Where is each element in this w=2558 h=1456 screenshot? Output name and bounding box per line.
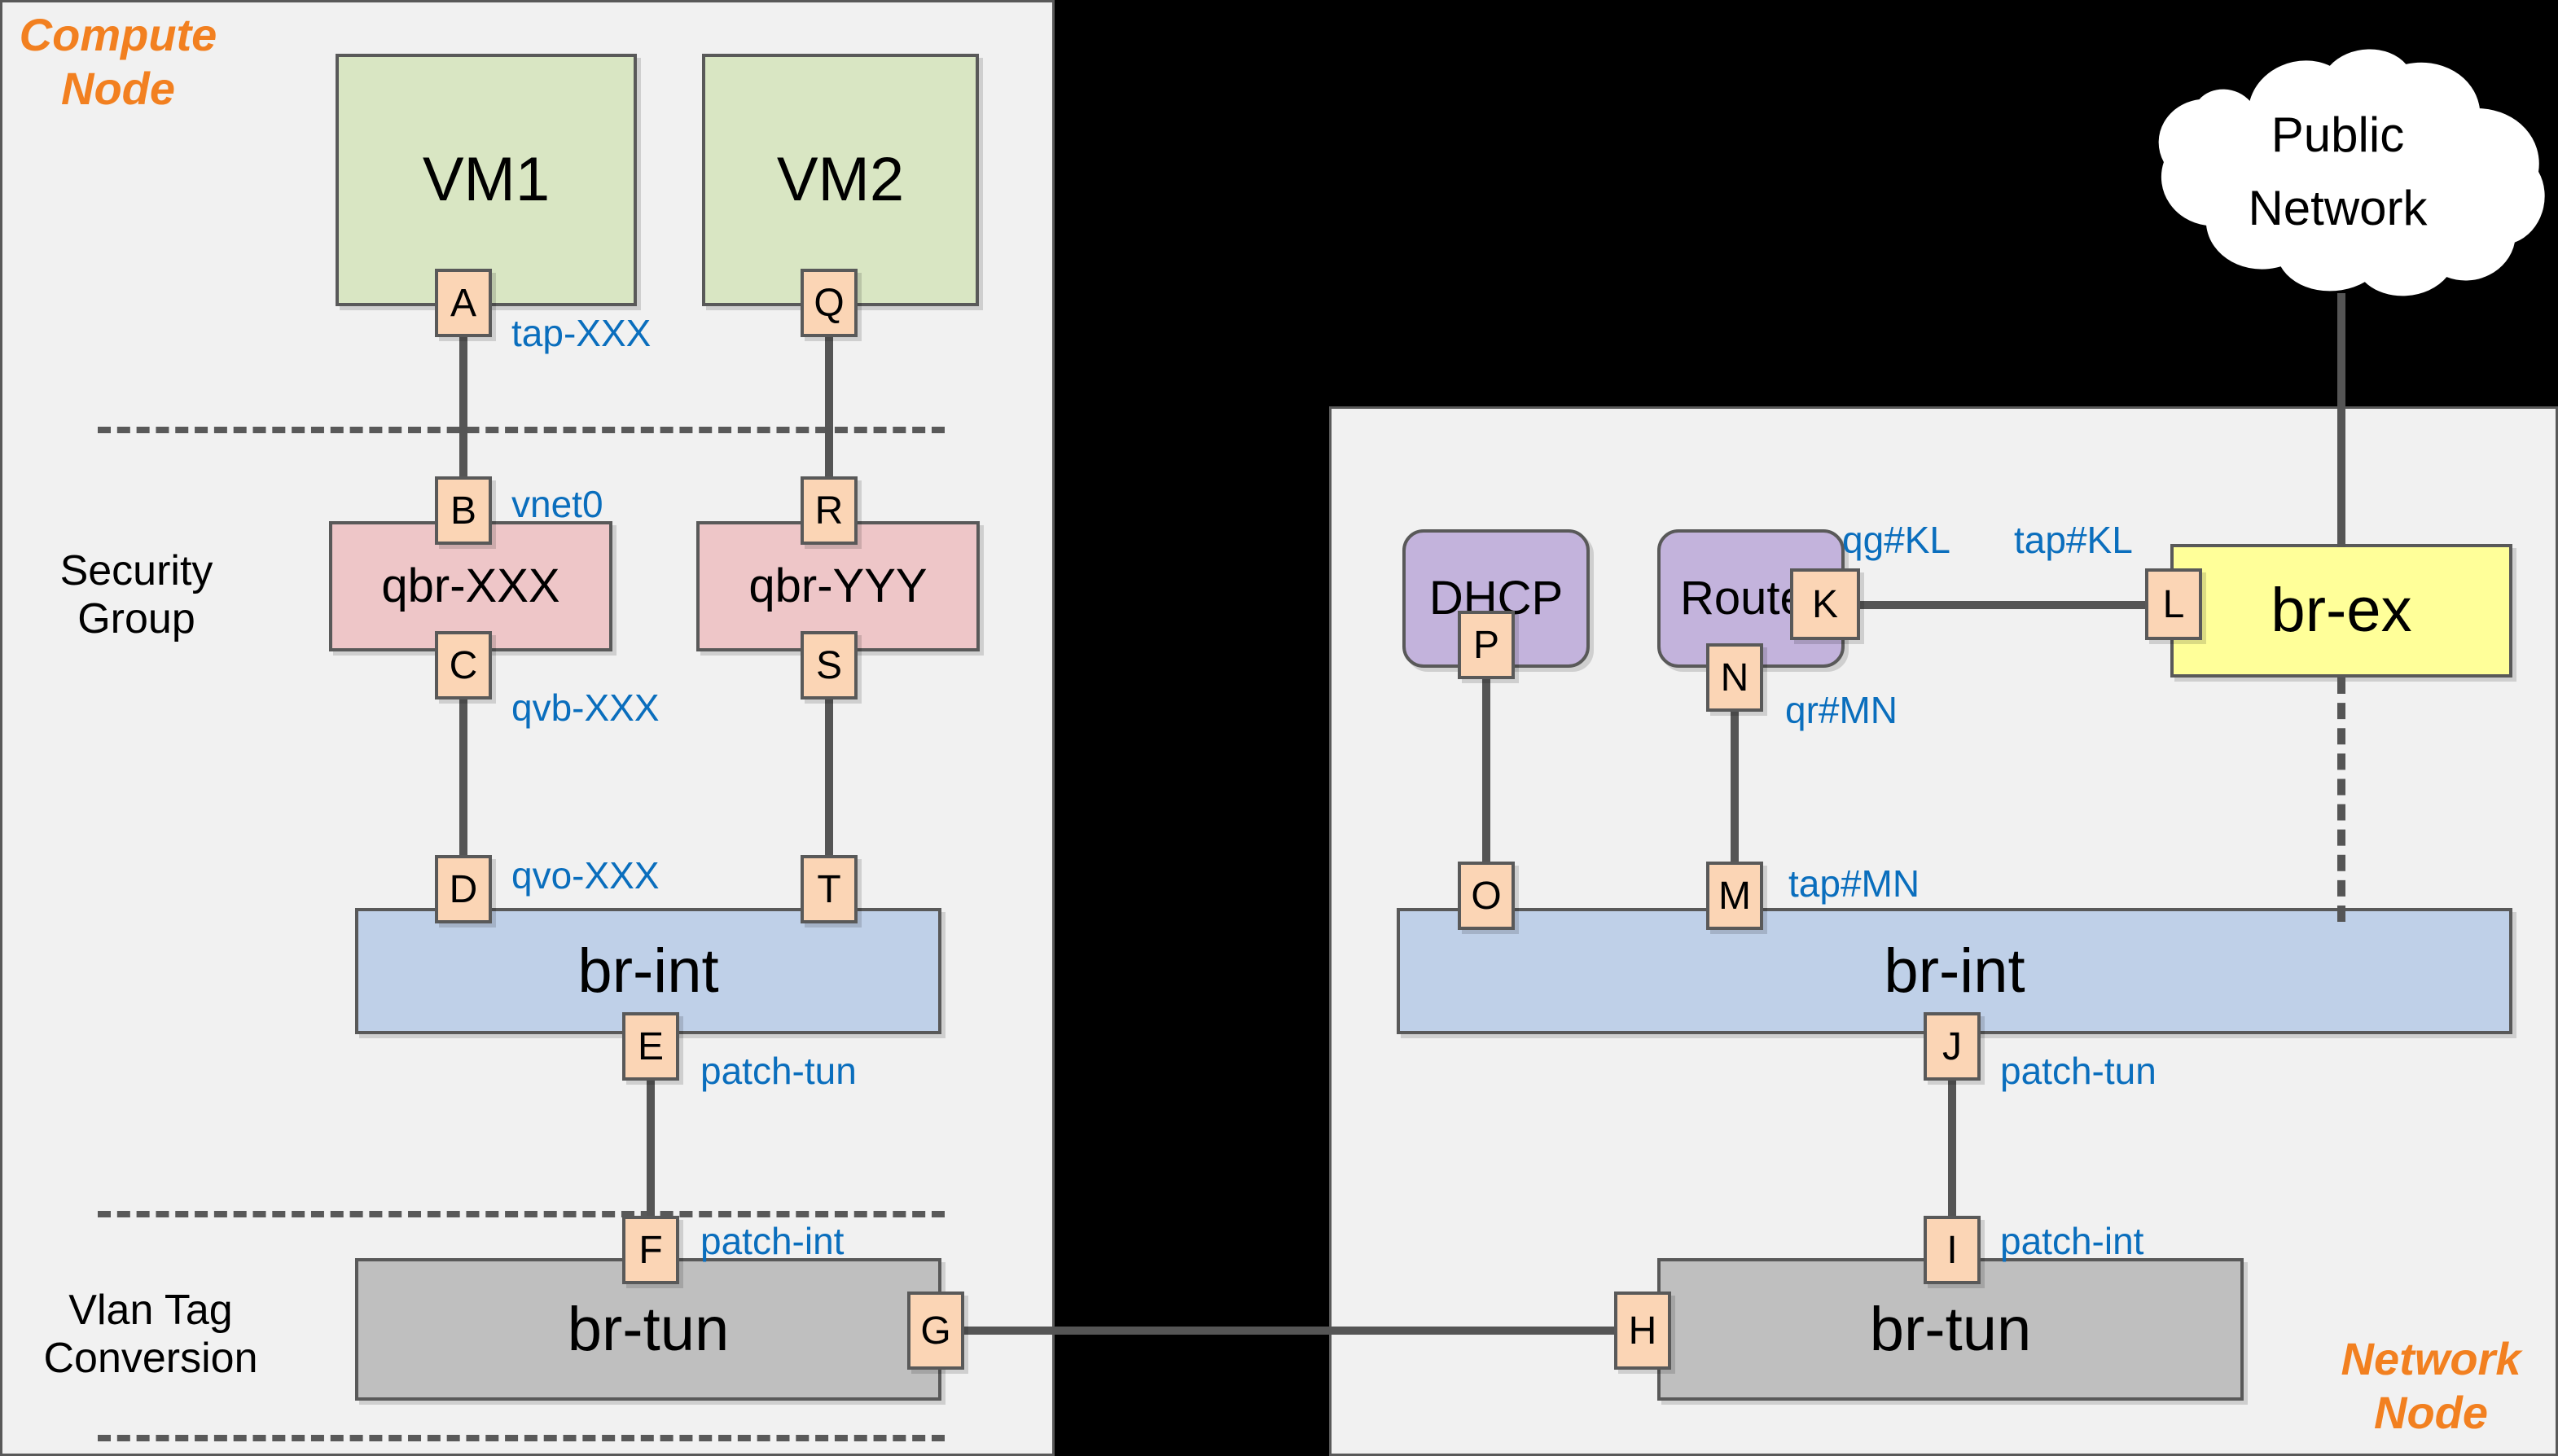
br-ex-label: br-ex [2271,576,2412,645]
br-ex-box[interactable]: br-ex [2170,544,2512,678]
port-r-label: R [814,489,844,533]
port-a[interactable]: A [435,269,492,337]
vm1-label: VM1 [422,145,551,214]
port-q[interactable]: Q [801,269,858,337]
port-r[interactable]: R [801,476,858,545]
iflabel-qvo-xxx: qvo-XXX [511,854,660,897]
link-s-t [825,696,833,875]
link-a-b [459,309,467,498]
link-c-d [459,696,467,875]
port-b[interactable]: B [435,476,492,545]
br-int-network-label: br-int [1884,936,2025,1006]
port-c-label: C [449,643,478,687]
port-j-label: J [1942,1024,1962,1068]
link-e-f [647,1079,655,1234]
iflabel-vnet0: vnet0 [511,483,603,525]
port-t-label: T [817,867,841,911]
iflabel-patch-int-network: patch-int [2000,1220,2144,1262]
port-f-label: F [638,1228,663,1272]
port-d-label: D [449,867,478,911]
port-s-label: S [815,643,842,687]
iflabel-qvb-xxx: qvb-XXX [511,686,660,729]
port-d[interactable]: D [435,855,492,923]
port-q-label: Q [814,281,845,325]
port-h[interactable]: H [1614,1292,1671,1370]
security-group-label: Security Group [59,547,213,643]
vm2-label: VM2 [776,145,905,214]
iflabel-patch-tun-compute: patch-tun [700,1050,857,1092]
link-br-ex-br-int-dashed [2337,678,2345,922]
br-tun-network-label: br-tun [1869,1294,2032,1364]
public-network-cloud: Public Network [2116,39,2558,304]
port-j[interactable]: J [1924,1012,1981,1081]
diagram-canvas: Compute Node Security Group Vlan Tag Con… [0,0,2558,1456]
link-q-r [825,309,833,498]
port-k[interactable]: K [1790,568,1860,640]
link-n-m [1731,708,1739,875]
iflabel-patch-tun-network: patch-tun [2000,1050,2157,1092]
link-k-l [1855,601,2157,609]
port-a-label: A [450,281,476,325]
qbr-xxx-label: qbr-XXX [381,559,560,612]
port-i-label: I [1946,1228,1958,1272]
compute-separator-bottom [98,1211,945,1217]
br-tun-compute-label: br-tun [567,1294,730,1364]
port-o[interactable]: O [1458,862,1515,930]
port-l[interactable]: L [2145,568,2202,640]
link-j-i [1948,1079,1956,1234]
iflabel-tap-xxx: tap-XXX [511,312,652,354]
network-node-title: Network Node [2341,1333,2521,1439]
port-i[interactable]: I [1924,1216,1981,1284]
port-p-label: P [1472,623,1499,667]
iflabel-tap-kl: tap#KL [2014,519,2133,561]
port-b-label: B [450,489,476,533]
port-s[interactable]: S [801,631,858,699]
port-p[interactable]: P [1458,611,1515,679]
port-h-label: H [1628,1309,1657,1353]
port-g-label: G [920,1309,951,1353]
port-k-label: K [1811,582,1838,626]
port-f[interactable]: F [622,1216,679,1284]
port-n[interactable]: N [1706,643,1763,712]
compute-separator-lower [98,1435,945,1441]
port-m-label: M [1718,874,1751,918]
iflabel-qr-mn: qr#MN [1785,689,1898,731]
port-n-label: N [1720,656,1749,699]
port-e-label: E [637,1024,664,1068]
iflabel-qg-kl: qg#KL [1842,519,1951,561]
port-g[interactable]: G [907,1292,964,1370]
iflabel-patch-int-compute: patch-int [700,1220,845,1262]
qbr-yyy-label: qbr-YYY [748,559,928,612]
link-p-o [1482,676,1490,875]
port-c[interactable]: C [435,631,492,699]
compute-separator-top [98,427,945,433]
vlan-tag-conversion-label: Vlan Tag Conversion [43,1287,258,1383]
compute-node-title: Compute Node [19,9,217,115]
port-m[interactable]: M [1706,862,1763,930]
link-g-h-tunnel [961,1327,1643,1335]
port-o-label: O [1471,874,1502,918]
link-cloud-br-ex [2337,293,2345,547]
port-e[interactable]: E [622,1012,679,1081]
br-int-compute-label: br-int [577,936,719,1006]
port-l-label: L [2162,582,2185,626]
iflabel-tap-mn: tap#MN [1788,862,1920,905]
public-network-label: Public Network [2248,107,2428,235]
port-t[interactable]: T [801,855,858,923]
